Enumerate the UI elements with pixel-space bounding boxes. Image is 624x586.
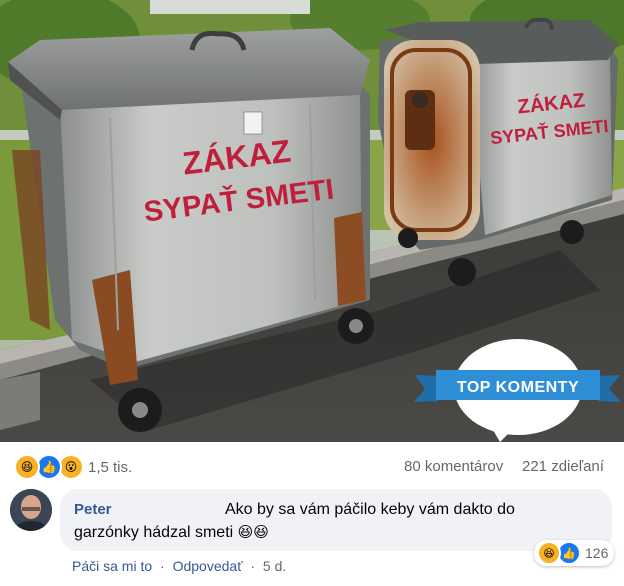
comment-actions: Páči sa mi to · Odpovedať · 5 d. (72, 558, 286, 574)
separator: · (160, 558, 165, 574)
comment-reaction-count: 126 (585, 545, 609, 561)
comment-reactions[interactable]: 😆 👍 126 (534, 540, 615, 566)
comment-bubble: Peter Ako by sa vám páčilo keby vám dakt… (60, 489, 612, 551)
comment-text-line2-text: garzónky hádzal smeti (74, 524, 234, 541)
laughing-emoji-icon: 😆😆 (237, 523, 269, 541)
top-comments-label: TOP KOMENTY (457, 379, 579, 396)
reaction-count[interactable]: 1,5 tis. (88, 459, 132, 476)
haha-icon: 😆 (537, 541, 561, 565)
post-photo[interactable]: ZÁKAZ SYPAŤ SMETI ZÁKAZ SYPAŤ SMETI TOP … (0, 0, 624, 442)
reactions-bar: 😆 👍 😮 1,5 tis. 80 komentárov 221 zdieľan… (0, 442, 624, 482)
comment-author[interactable]: Peter (74, 501, 112, 518)
comment-text-line2: garzónky hádzal smeti 😆😆 (74, 523, 269, 542)
reaction-icons[interactable]: 😆 👍 😮 (14, 454, 84, 480)
comment-time[interactable]: 5 d. (263, 558, 286, 574)
comment-count[interactable]: 80 komentárov (404, 458, 503, 475)
haha-icon: 😆 (14, 454, 40, 480)
share-count[interactable]: 221 zdieľaní (522, 458, 604, 475)
avatar[interactable] (10, 489, 52, 531)
like-link[interactable]: Páči sa mi to (72, 558, 152, 574)
separator: · (250, 558, 256, 574)
comment-text-line1: Ako by sa vám páčilo keby vám dakto do (225, 501, 515, 518)
reply-link[interactable]: Odpovedať (173, 558, 243, 574)
